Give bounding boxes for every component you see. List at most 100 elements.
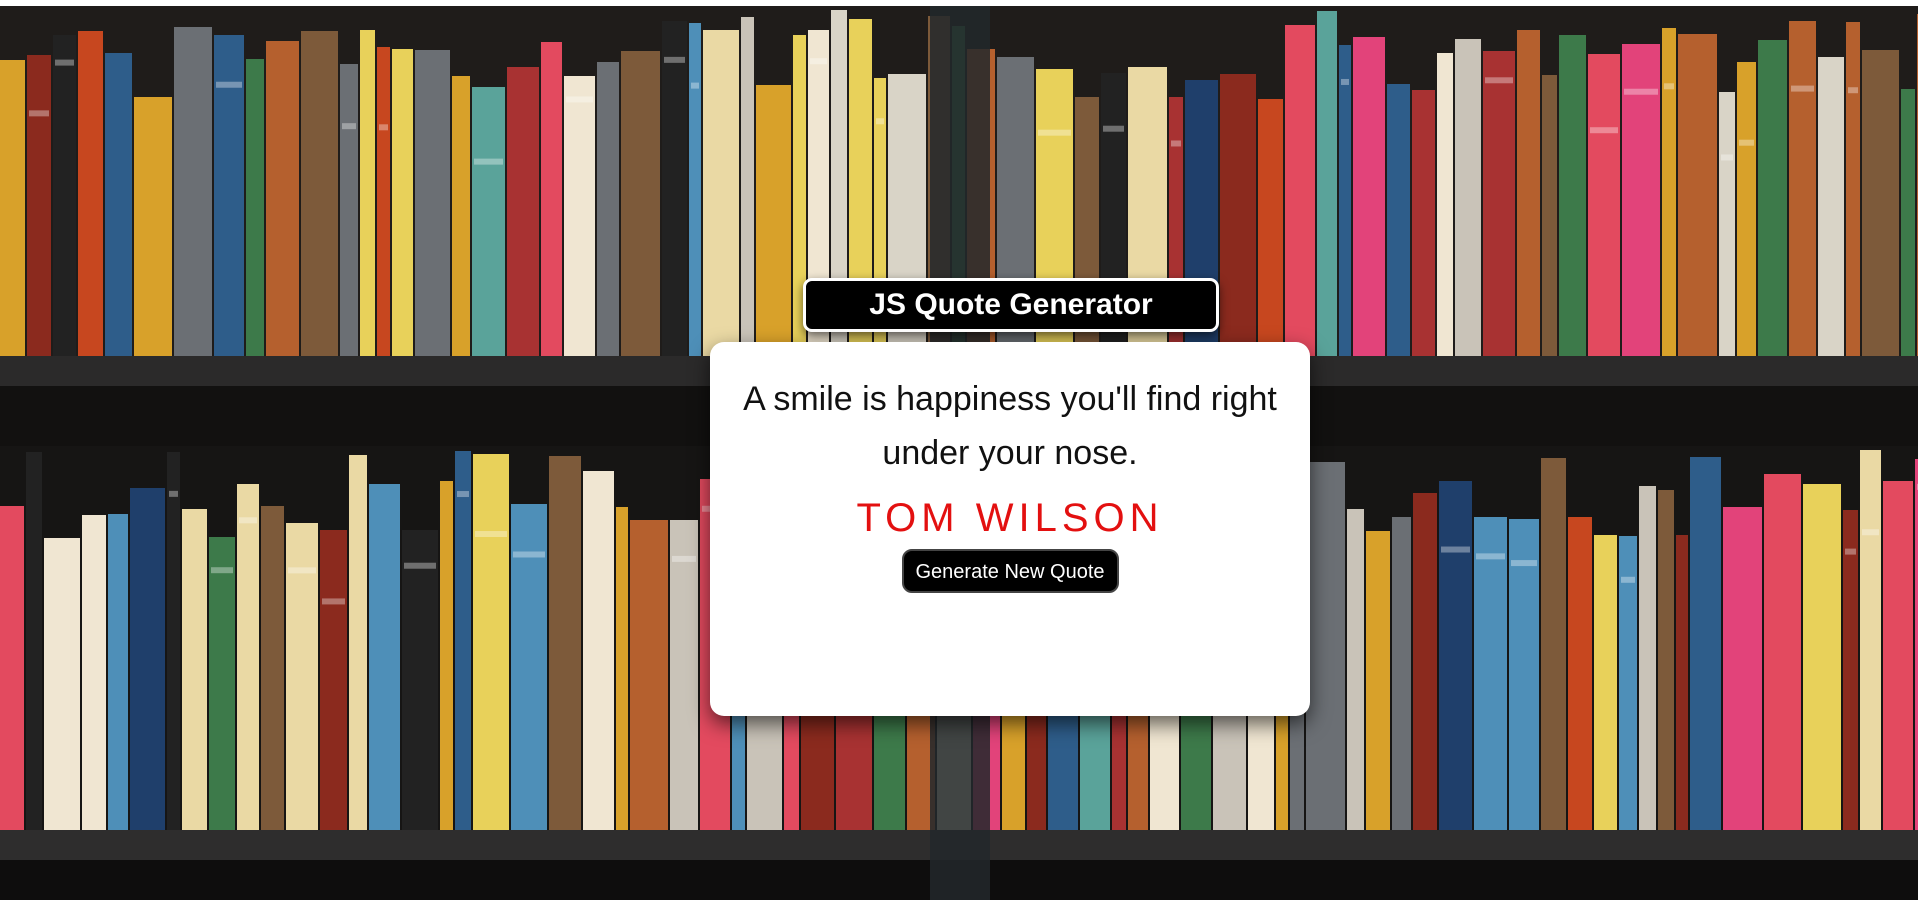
book-spine: [1639, 486, 1656, 832]
book-spine-band: [239, 517, 257, 524]
book-spine: [26, 452, 42, 832]
book-spine: [1723, 507, 1762, 832]
book-spine: [662, 21, 687, 358]
book-spine-band: [513, 551, 545, 558]
book-spine: [53, 35, 76, 358]
book-spine-band: [474, 158, 503, 165]
book-spine: [1413, 493, 1437, 832]
book-spine: [182, 509, 207, 832]
book-spine: [1347, 509, 1364, 832]
book-spine: [1258, 99, 1283, 358]
book-spine: [1317, 11, 1337, 358]
book-spine-band: [322, 598, 345, 605]
book-spine: [209, 537, 235, 832]
book-spine: [670, 520, 698, 832]
book-spine: [1803, 484, 1841, 832]
book-spine: [507, 67, 539, 358]
top-strip: [0, 0, 1918, 6]
book-spine: [1559, 35, 1586, 358]
book-spine: [1764, 474, 1801, 832]
book-spine-band: [810, 58, 827, 65]
book-spine: [392, 49, 413, 358]
book-spine: [1353, 37, 1385, 358]
book-spine: [1789, 21, 1816, 358]
book-spine-band: [1038, 129, 1071, 136]
book-spine-band: [1845, 548, 1856, 555]
book-spine-band: [1485, 77, 1513, 84]
book-spine-band: [404, 562, 436, 569]
book-spine-band: [1341, 78, 1349, 85]
book-spine: [1719, 92, 1735, 358]
book-spine: [349, 455, 367, 832]
book-spine: [1220, 74, 1256, 358]
book-spine: [1588, 54, 1620, 358]
book-spine: [1437, 53, 1453, 358]
book-spine-band: [1739, 139, 1754, 146]
book-spine: [703, 30, 739, 358]
book-spine: [369, 484, 400, 832]
book-spine-band: [1664, 83, 1674, 90]
book-spine: [473, 454, 509, 832]
book-spine: [616, 507, 628, 832]
book-spine: [1690, 457, 1721, 832]
book-spine: [1541, 458, 1566, 832]
book-spine: [1568, 517, 1592, 832]
book-spine: [1901, 89, 1915, 358]
book-spine: [1412, 90, 1435, 358]
book-spine-band: [457, 491, 469, 498]
book-spine-band: [29, 110, 49, 117]
book-spine: [1676, 535, 1688, 832]
book-spine: [1758, 40, 1787, 358]
book-spine: [261, 506, 284, 832]
page-title: JS Quote Generator: [803, 278, 1219, 332]
book-spine: [1474, 517, 1507, 832]
book-spine: [340, 64, 358, 358]
book-spine: [1387, 84, 1410, 358]
book-spine: [78, 31, 103, 358]
book-spine-band: [691, 82, 699, 89]
book-spine: [44, 538, 80, 832]
book-spine: [756, 85, 791, 358]
book-spine-band: [1721, 154, 1733, 161]
book-spine: [301, 31, 338, 358]
book-spine: [689, 23, 701, 358]
book-spine: [440, 481, 453, 832]
book-spine-band: [342, 123, 356, 130]
book-spine: [564, 76, 595, 358]
book-spine-band: [1590, 127, 1618, 134]
book-spine-band: [211, 567, 233, 574]
book-spine: [1883, 481, 1913, 832]
book-spine: [1843, 510, 1858, 832]
book-spine: [1737, 62, 1756, 358]
quote-text: A smile is happiness you'll find right u…: [743, 380, 1277, 472]
book-spine: [266, 41, 299, 358]
book-spine: [0, 506, 24, 832]
generate-new-quote-button[interactable]: Generate New Quote: [901, 549, 1119, 593]
book-spine: [741, 17, 754, 358]
book-spine: [541, 42, 562, 358]
book-spine: [1594, 535, 1617, 832]
book-spine: [1862, 50, 1899, 358]
book-spine: [108, 514, 128, 832]
book-spine: [597, 62, 619, 358]
book-spine-band: [1441, 546, 1470, 553]
book-spine: [1662, 28, 1676, 358]
book-spine-band: [216, 81, 242, 88]
book-spine-band: [379, 124, 388, 131]
book-spine: [237, 484, 259, 832]
book-spine: [583, 471, 614, 832]
book-spine: [472, 87, 505, 358]
book-spine: [167, 452, 180, 832]
book-spine-band: [1791, 85, 1814, 92]
book-spine: [0, 60, 25, 358]
quote-card: A smile is happiness you'll find right u…: [710, 342, 1310, 716]
quote-author: TOM WILSON: [856, 496, 1164, 540]
book-spine-band: [1862, 529, 1879, 536]
book-spine: [1678, 34, 1717, 358]
book-spine-band: [664, 56, 685, 63]
book-spine-band: [1103, 125, 1124, 132]
book-spine: [1392, 517, 1411, 832]
book-spine: [1658, 490, 1674, 832]
book-spine: [402, 530, 438, 832]
book-spine: [1846, 22, 1860, 358]
